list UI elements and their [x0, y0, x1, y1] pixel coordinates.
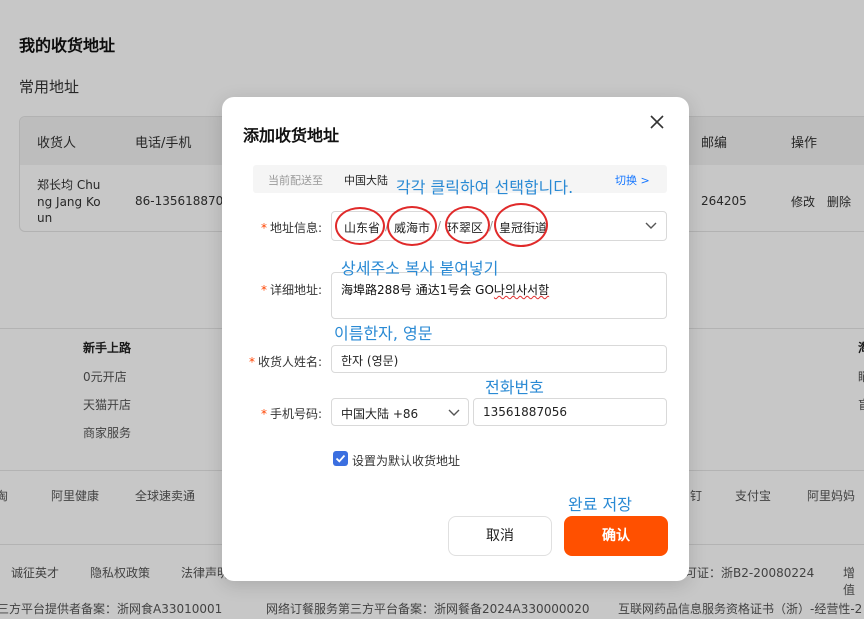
- annotation-circle: [335, 207, 385, 245]
- region-label: 当前配送至: [268, 174, 323, 187]
- phone-input[interactable]: 13561887056: [473, 398, 667, 426]
- check-icon: [335, 454, 346, 463]
- confirm-button[interactable]: 确认: [564, 516, 668, 556]
- detail-address-textarea[interactable]: 海埠路288号 通达1号会 GO나의사서함: [331, 272, 667, 319]
- annotation-name-hint: 이름한자, 영문: [334, 324, 433, 343]
- receiver-name-input[interactable]: 한자 (영문): [331, 345, 667, 373]
- dialog-title: 添加收货地址: [243, 126, 340, 145]
- close-button[interactable]: [646, 111, 668, 133]
- detail-address-label: * 详细地址:: [260, 283, 322, 297]
- annotation-circle: [494, 203, 548, 247]
- annotation-select-each: 각각 클릭하여 선택합니다.: [396, 178, 574, 197]
- chevron-down-icon: [645, 222, 657, 229]
- annotation-paste-address: 상세주소 복사 붙여넣기: [341, 259, 499, 278]
- region-switch-link[interactable]: 切换 >: [615, 172, 650, 188]
- region-value: 中国大陆: [344, 174, 388, 187]
- annotation-save-hint: 완료 저장: [568, 495, 632, 514]
- close-icon: [650, 115, 664, 129]
- phone-label: * 手机号码:: [260, 407, 322, 421]
- annotation-circle: [445, 206, 490, 244]
- detail-address-value: 海埠路288号 通达1号会 GO나의사서함: [341, 283, 550, 297]
- address-separator: /: [437, 219, 442, 233]
- country-code-value: 中国大陆 +86: [341, 407, 419, 421]
- annotation-circle: [387, 206, 437, 246]
- annotation-phone-hint: 전화번호: [485, 378, 544, 397]
- address-label: * 地址信息:: [260, 221, 322, 235]
- default-address-checkbox[interactable]: [333, 451, 348, 466]
- default-address-label[interactable]: 设置为默认收货地址: [352, 452, 460, 469]
- cancel-button[interactable]: 取消: [448, 516, 552, 556]
- phone-value: 13561887056: [483, 405, 567, 419]
- receiver-name-value: 한자 (영문): [341, 354, 399, 368]
- chevron-down-icon: [448, 409, 460, 416]
- receiver-name-label: * 收货人姓名:: [248, 355, 322, 369]
- country-code-select[interactable]: 中国大陆 +86: [331, 398, 469, 426]
